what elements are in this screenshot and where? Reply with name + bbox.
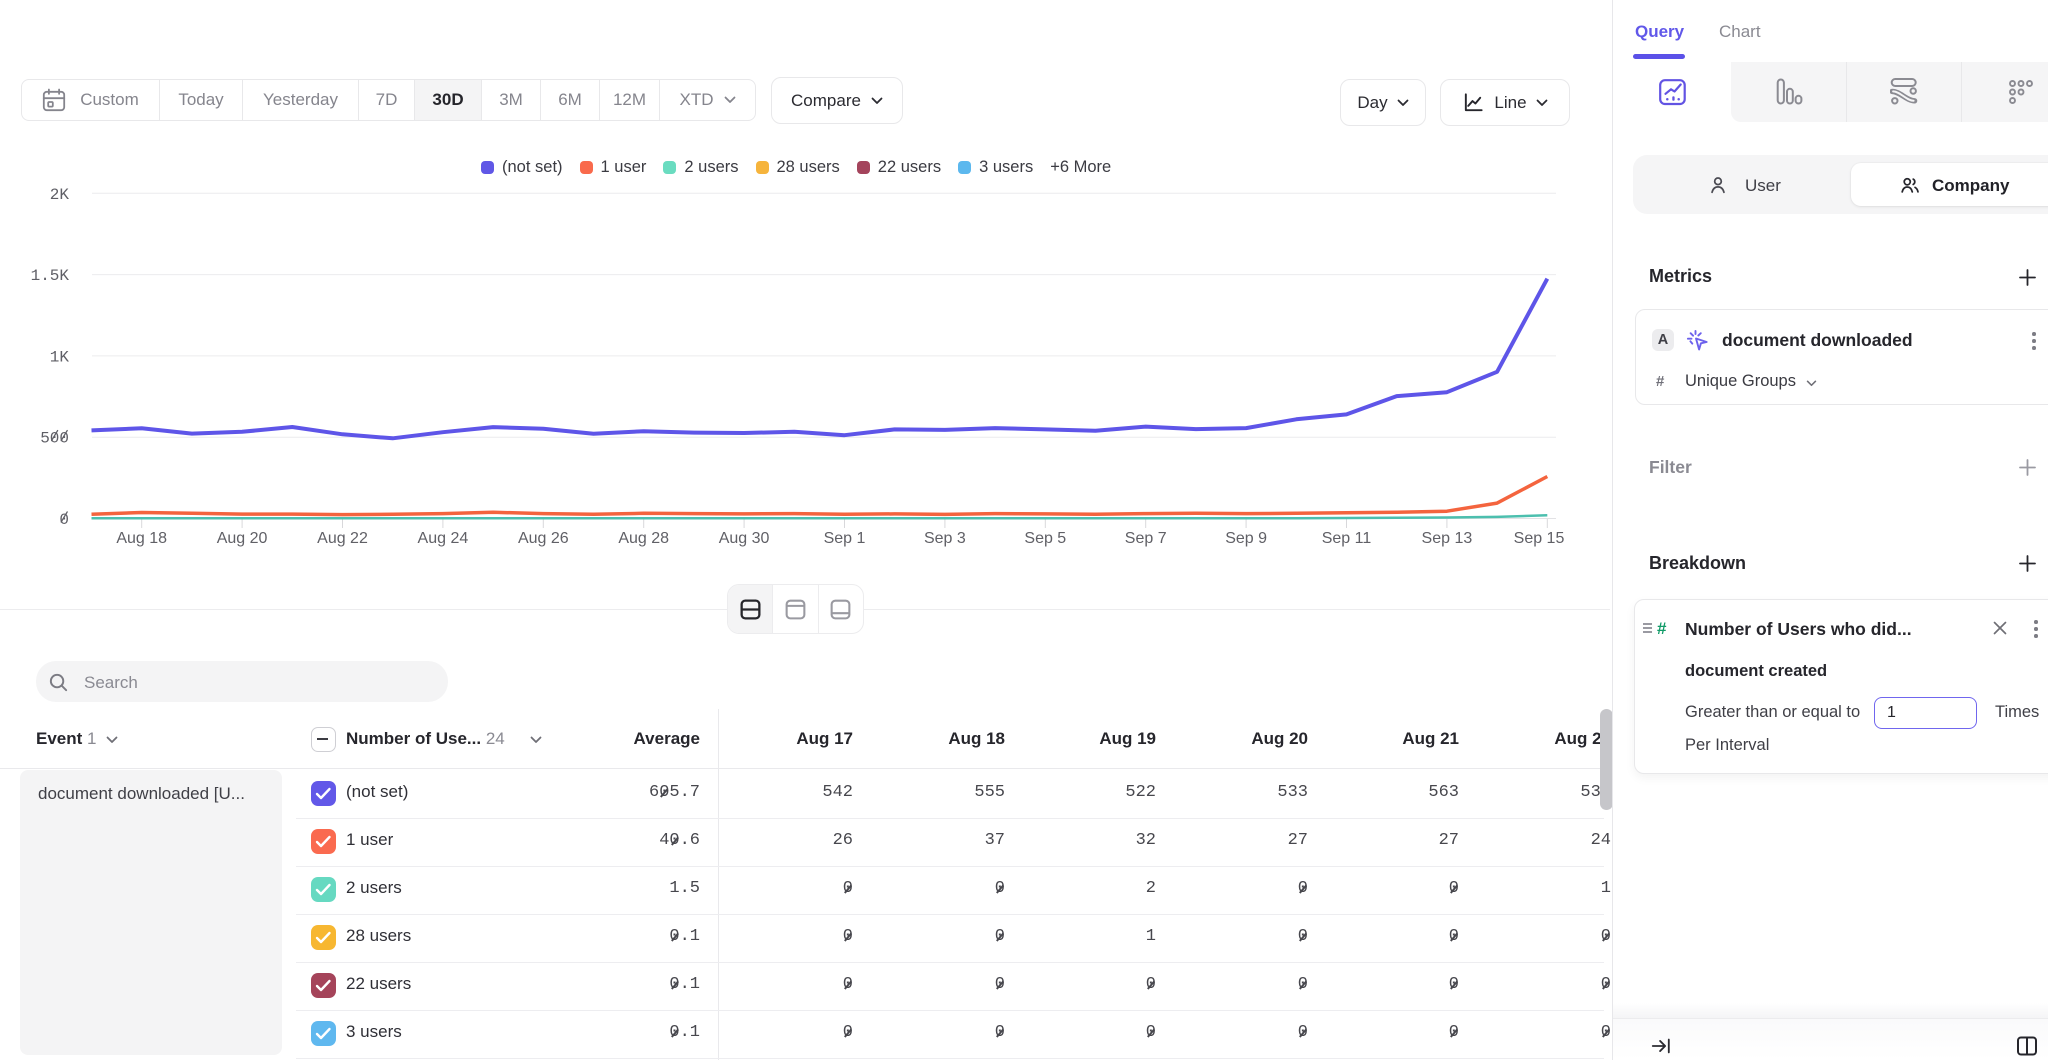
svg-text:500: 500 (40, 430, 69, 448)
svg-text:Aug 26: Aug 26 (518, 530, 569, 547)
svg-text:1.5K: 1.5K (31, 267, 70, 285)
svg-text:2K: 2K (50, 186, 70, 204)
svg-text:Aug 30: Aug 30 (719, 530, 770, 547)
svg-text:Sep 13: Sep 13 (1422, 530, 1473, 547)
svg-text:Sep 7: Sep 7 (1125, 530, 1167, 547)
svg-text:Sep 11: Sep 11 (1322, 530, 1372, 547)
svg-text:0: 0 (59, 511, 69, 529)
svg-text:Sep 1: Sep 1 (824, 530, 866, 547)
svg-text:Sep 9: Sep 9 (1225, 530, 1267, 547)
svg-text:1K: 1K (50, 348, 70, 366)
svg-text:Aug 18: Aug 18 (116, 530, 167, 547)
svg-text:Aug 22: Aug 22 (317, 530, 368, 547)
svg-text:Sep 5: Sep 5 (1024, 530, 1066, 547)
svg-text:Aug 24: Aug 24 (418, 530, 469, 547)
svg-text:Sep 15: Sep 15 (1514, 530, 1565, 547)
svg-text:Sep 3: Sep 3 (924, 530, 966, 547)
svg-text:Aug 28: Aug 28 (618, 530, 669, 547)
svg-text:Aug 20: Aug 20 (217, 530, 268, 547)
